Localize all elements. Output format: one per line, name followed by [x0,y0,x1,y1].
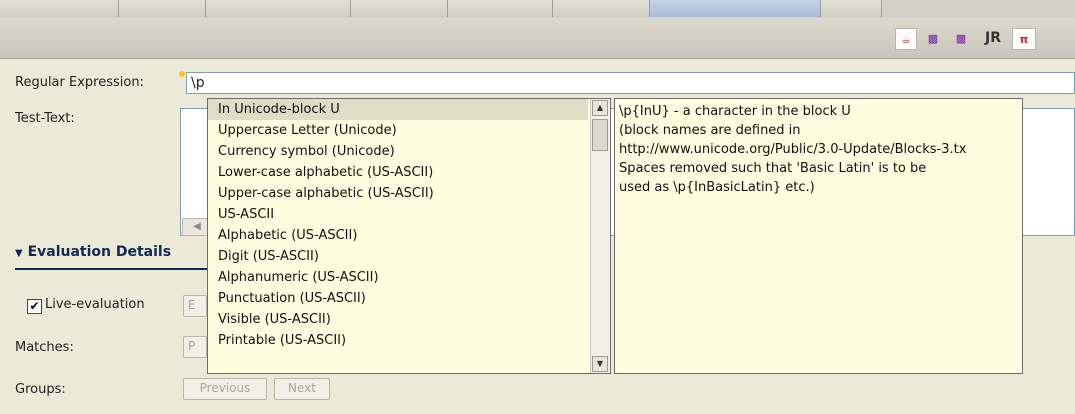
assist-item[interactable]: Currency symbol (Unicode) [208,141,588,162]
live-evaluation-checkbox[interactable]: ✔ [27,299,42,314]
doc-line: (block names are defined in [619,123,801,138]
required-marker-icon [179,71,185,77]
evaluate-button[interactable]: E [183,295,207,317]
tab[interactable] [119,0,206,17]
ppc-icon[interactable]: ▩ [922,28,944,48]
triangle-down-icon: ▼ [15,248,23,259]
scroll-down-icon[interactable]: ▼ [592,356,608,372]
tab-active[interactable] [650,0,821,17]
assist-item[interactable]: Alphanumeric (US-ASCII) [208,267,588,288]
assist-item[interactable]: US-ASCII [208,204,588,225]
matches-previous-button[interactable]: P [183,336,207,358]
previous-button[interactable]: Previous [183,378,267,400]
doc-line: Spaces removed such that 'Basic Latin' i… [619,161,927,176]
assist-item[interactable]: Upper-case alphabetic (US-ASCII) [208,183,588,204]
next-button[interactable]: Next [274,378,330,400]
doc-line: used as \p{InBasicLatin} etc.) [619,180,815,195]
evaluation-details-title: Evaluation Details [27,244,172,260]
live-evaluation-label[interactable]: Live-evaluation [45,297,145,312]
assist-item-selected[interactable]: In Unicode-block U [208,99,588,120]
assist-items: In Unicode-block U Uppercase Letter (Uni… [208,99,588,351]
assist-item[interactable]: Printable (US-ASCII) [208,330,588,351]
content-assist-doc: \p{InU} - a character in the block U (bl… [614,98,1023,374]
tab[interactable] [351,0,448,17]
toolbar: ☕ ▩ ▩ JR π [0,18,1075,59]
evaluation-details-header[interactable]: ▼ Evaluation Details [15,244,171,260]
jr-icon[interactable]: JR [980,28,1006,48]
scroll-thumb[interactable] [592,119,608,151]
java-icon[interactable]: ☕ [895,28,917,50]
assist-item[interactable]: Alphabetic (US-ASCII) [208,225,588,246]
rt-icon[interactable]: π [1012,28,1036,50]
test-text-label: Test-Text: [15,111,75,126]
tab[interactable] [448,0,553,17]
tab[interactable] [821,0,882,17]
tab[interactable] [553,0,650,17]
assist-item[interactable]: Uppercase Letter (Unicode) [208,120,588,141]
groups-label: Groups: [15,382,66,397]
tab[interactable] [206,0,351,17]
content-assist-list[interactable]: In Unicode-block U Uppercase Letter (Uni… [207,98,611,374]
doc-line: http://www.unicode.org/Public/3.0-Update… [619,142,967,157]
assist-item[interactable]: Digit (US-ASCII) [208,246,588,267]
regex-input[interactable]: \p [186,72,1075,94]
regex-label: Regular Expression: [15,75,144,90]
doc-line: \p{InU} - a character in the block U [619,104,851,119]
scroll-up-icon[interactable]: ▲ [592,100,608,116]
assist-item[interactable]: Lower-case alphabetic (US-ASCII) [208,162,588,183]
assist-item[interactable]: Visible (US-ASCII) [208,309,588,330]
editor-tab-strip [0,0,1075,19]
tab[interactable] [0,0,119,17]
matches-label: Matches: [15,340,74,355]
ppc-icon[interactable]: ▩ [950,28,972,48]
assist-scrollbar[interactable]: ▲ ▼ [590,99,610,373]
assist-item[interactable]: Punctuation (US-ASCII) [208,288,588,309]
section-divider [15,268,215,270]
